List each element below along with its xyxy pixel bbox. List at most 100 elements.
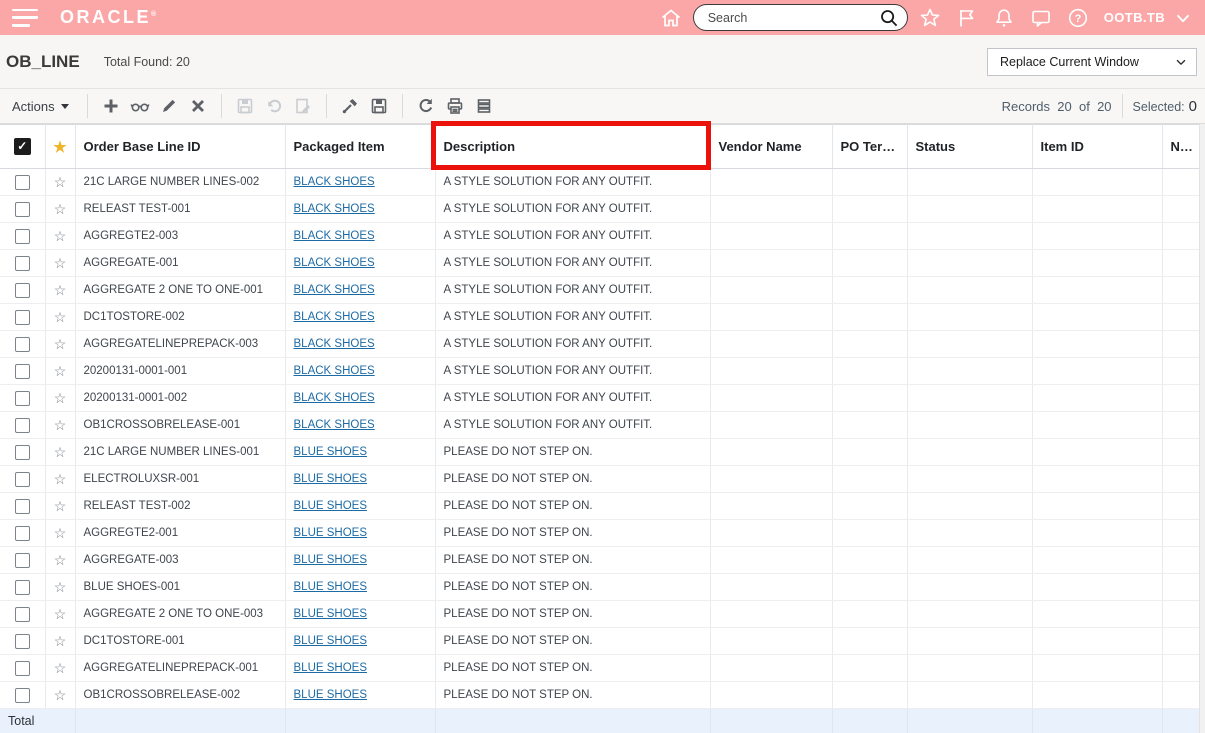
packaged-item-link[interactable]: BLUE SHOES [294, 554, 368, 566]
row-checkbox[interactable] [14, 579, 30, 595]
row-favorite-icon[interactable] [54, 498, 67, 514]
row-favorite-icon[interactable] [54, 255, 67, 271]
window-mode-select[interactable]: Replace Current Window [987, 47, 1197, 76]
row-checkbox[interactable] [14, 417, 30, 433]
cell-vendor-name [710, 411, 833, 439]
packaged-item-link[interactable]: BLACK SHOES [294, 419, 375, 431]
print-icon[interactable] [442, 93, 468, 119]
packaged-item-link[interactable]: BLACK SHOES [294, 257, 375, 269]
edit-note-icon[interactable] [290, 93, 316, 119]
column-header-status[interactable]: Status [907, 124, 1033, 169]
row-favorite-icon[interactable] [54, 444, 67, 460]
messages-icon[interactable] [1029, 6, 1053, 30]
packaged-item-link[interactable]: BLACK SHOES [294, 284, 375, 296]
row-favorite-icon[interactable] [54, 687, 67, 703]
search-icon[interactable] [879, 8, 899, 28]
row-favorite-icon[interactable] [54, 228, 67, 244]
packaged-item-link[interactable]: BLUE SHOES [294, 473, 368, 485]
cell-nlt [1162, 492, 1200, 520]
row-checkbox[interactable] [14, 282, 30, 298]
column-header-description[interactable]: Description [435, 124, 711, 169]
row-favorite-icon[interactable] [54, 552, 67, 568]
notifications-icon[interactable] [992, 6, 1016, 30]
row-favorite-icon[interactable] [54, 579, 67, 595]
row-favorite-icon[interactable] [54, 174, 67, 190]
cell-order-base-line-id: RELEAST TEST-001 [75, 195, 286, 223]
search-input[interactable] [707, 10, 879, 25]
row-checkbox[interactable] [14, 309, 30, 325]
packaged-item-link[interactable]: BLUE SHOES [294, 689, 368, 701]
row-checkbox[interactable] [14, 471, 30, 487]
actions-menu-button[interactable]: Actions [8, 95, 77, 118]
undo-icon[interactable] [261, 93, 287, 119]
favorites-icon[interactable] [918, 6, 942, 30]
row-favorite-icon[interactable] [54, 390, 67, 406]
row-favorite-icon[interactable] [54, 363, 67, 379]
row-favorite-icon[interactable] [54, 525, 67, 541]
packaged-item-link[interactable]: BLACK SHOES [294, 311, 375, 323]
refresh-icon[interactable] [413, 93, 439, 119]
row-checkbox[interactable] [14, 660, 30, 676]
packaged-item-link[interactable]: BLACK SHOES [294, 230, 375, 242]
column-header-vendor-name[interactable]: Vendor Name [710, 124, 833, 169]
packaged-item-link[interactable]: BLUE SHOES [294, 500, 368, 512]
packaged-item-link[interactable]: BLACK SHOES [294, 203, 375, 215]
view-icon[interactable] [127, 93, 153, 119]
row-checkbox[interactable] [14, 390, 30, 406]
save-layout-icon[interactable] [366, 93, 392, 119]
row-favorite-icon[interactable] [54, 633, 67, 649]
packaged-item-link[interactable]: BLUE SHOES [294, 662, 368, 674]
vertical-scrollbar[interactable] [1199, 124, 1205, 733]
chevron-down-icon[interactable] [1171, 6, 1195, 30]
flag-icon[interactable] [955, 6, 979, 30]
cell-status [907, 222, 1033, 250]
row-favorite-icon[interactable] [54, 471, 67, 487]
select-all-checkbox[interactable] [13, 138, 31, 156]
detach-icon[interactable] [471, 93, 497, 119]
row-checkbox[interactable] [14, 633, 30, 649]
packaged-item-link[interactable]: BLUE SHOES [294, 635, 368, 647]
column-header-packaged-item[interactable]: Packaged Item [285, 124, 436, 169]
column-header-po-terms[interactable]: PO Terms [832, 124, 908, 169]
row-favorite-icon[interactable] [54, 309, 67, 325]
packaged-item-link[interactable]: BLUE SHOES [294, 527, 368, 539]
row-checkbox[interactable] [14, 444, 30, 460]
row-favorite-icon[interactable] [54, 606, 67, 622]
row-checkbox[interactable] [14, 363, 30, 379]
packaged-item-link[interactable]: BLUE SHOES [294, 581, 368, 593]
row-checkbox[interactable] [14, 174, 30, 190]
packaged-item-link[interactable]: BLACK SHOES [294, 365, 375, 377]
column-header-nlt[interactable]: NLT [1162, 124, 1200, 169]
row-checkbox[interactable] [14, 336, 30, 352]
packaged-item-link[interactable]: BLACK SHOES [294, 338, 375, 350]
add-icon[interactable] [98, 93, 124, 119]
help-icon[interactable]: ? [1066, 6, 1090, 30]
edit-icon[interactable] [156, 93, 182, 119]
home-icon[interactable] [659, 6, 683, 30]
row-favorite-icon[interactable] [54, 660, 67, 676]
packaged-item-link[interactable]: BLUE SHOES [294, 446, 368, 458]
row-favorite-icon[interactable] [54, 336, 67, 352]
row-checkbox[interactable] [14, 552, 30, 568]
row-checkbox[interactable] [14, 525, 30, 541]
save-icon[interactable] [232, 93, 258, 119]
menu-icon[interactable] [12, 8, 38, 27]
row-favorite-icon[interactable] [54, 201, 67, 217]
row-favorite-icon[interactable] [54, 417, 67, 433]
row-checkbox[interactable] [14, 687, 30, 703]
user-menu[interactable]: OOTB.TB [1104, 10, 1165, 25]
packaged-item-link[interactable]: BLACK SHOES [294, 392, 375, 404]
row-favorite-icon[interactable] [54, 282, 67, 298]
row-checkbox[interactable] [14, 255, 30, 271]
cell-vendor-name [710, 168, 833, 196]
tools-icon[interactable] [337, 93, 363, 119]
delete-icon[interactable] [185, 93, 211, 119]
row-checkbox[interactable] [14, 606, 30, 622]
row-checkbox[interactable] [14, 228, 30, 244]
row-checkbox[interactable] [14, 201, 30, 217]
packaged-item-link[interactable]: BLUE SHOES [294, 608, 368, 620]
column-header-item-id[interactable]: Item ID [1032, 124, 1163, 169]
packaged-item-link[interactable]: BLACK SHOES [294, 176, 375, 188]
row-checkbox[interactable] [14, 498, 30, 514]
column-header-order-base-line-id[interactable]: Order Base Line ID [75, 124, 286, 169]
